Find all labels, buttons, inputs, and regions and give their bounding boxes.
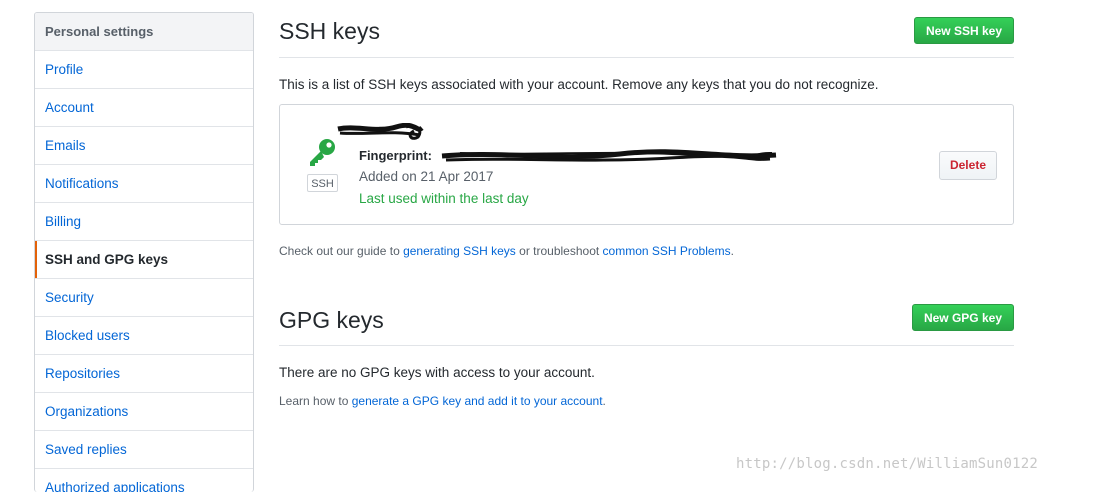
key-added-date: Added on 21 Apr 2017 xyxy=(359,169,494,184)
sidebar-item-blocked-users[interactable]: Blocked users xyxy=(35,317,253,355)
watermark-text: http://blog.csdn.net/WilliamSun0122 xyxy=(736,456,1039,472)
ssh-guide-suffix: . xyxy=(730,244,734,258)
sidebar-item-saved-replies[interactable]: Saved replies xyxy=(35,431,253,469)
ssh-section-header: SSH keys New SSH key xyxy=(279,0,1014,58)
gpg-section-header: GPG keys New GPG key xyxy=(279,290,1014,346)
gpg-description: There are no GPG keys with access to you… xyxy=(279,365,595,380)
sidebar-item-authorized-applications[interactable]: Authorized applications xyxy=(35,469,253,492)
gpg-keys-title: GPG keys xyxy=(279,307,384,333)
key-icon xyxy=(306,137,338,172)
new-gpg-key-button[interactable]: New GPG key xyxy=(911,304,1014,331)
sidebar-item-emails[interactable]: Emails xyxy=(35,127,253,165)
sidebar-item-profile[interactable]: Profile xyxy=(35,51,253,89)
ssh-guide-note: Check out our guide to generating SSH ke… xyxy=(279,244,734,258)
sidebar-item-account[interactable]: Account xyxy=(35,89,253,127)
ssh-guide-prefix: Check out our guide to xyxy=(279,244,404,258)
key-title-redacted xyxy=(336,122,426,150)
gpg-learn-note: Learn how to generate a GPG key and add … xyxy=(279,394,606,408)
ssh-guide-middle: or troubleshoot xyxy=(515,244,603,258)
new-ssh-key-button[interactable]: New SSH key xyxy=(913,17,1014,44)
common-ssh-problems-link[interactable]: common SSH Problems xyxy=(603,244,731,258)
delete-key-button[interactable]: Delete xyxy=(938,151,997,180)
ssh-type-badge: SSH xyxy=(307,174,338,192)
generating-ssh-keys-link[interactable]: generating SSH keys xyxy=(403,244,516,258)
sidebar-item-notifications[interactable]: Notifications xyxy=(35,165,253,203)
generate-gpg-key-link[interactable]: generate a GPG key and add it to your ac… xyxy=(352,394,603,408)
sidebar-item-billing[interactable]: Billing xyxy=(35,203,253,241)
ssh-keys-title: SSH keys xyxy=(279,18,380,44)
gpg-learn-suffix: . xyxy=(602,394,606,408)
sidebar-item-ssh-gpg-keys[interactable]: SSH and GPG keys xyxy=(35,241,253,279)
settings-sidebar: Personal settings Profile Account Emails… xyxy=(34,12,254,492)
gpg-learn-prefix: Learn how to xyxy=(279,394,352,408)
sidebar-item-organizations[interactable]: Organizations xyxy=(35,393,253,431)
ssh-key-item: SSH Fingerprint: Added on 21 Apr 2017 La… xyxy=(279,104,1014,225)
key-last-used: Last used within the last day xyxy=(359,191,529,206)
fingerprint-label: Fingerprint: xyxy=(359,148,432,163)
sidebar-header: Personal settings xyxy=(35,13,253,51)
sidebar-item-security[interactable]: Security xyxy=(35,279,253,317)
sidebar-item-repositories[interactable]: Repositories xyxy=(35,355,253,393)
ssh-description: This is a list of SSH keys associated wi… xyxy=(279,77,879,92)
